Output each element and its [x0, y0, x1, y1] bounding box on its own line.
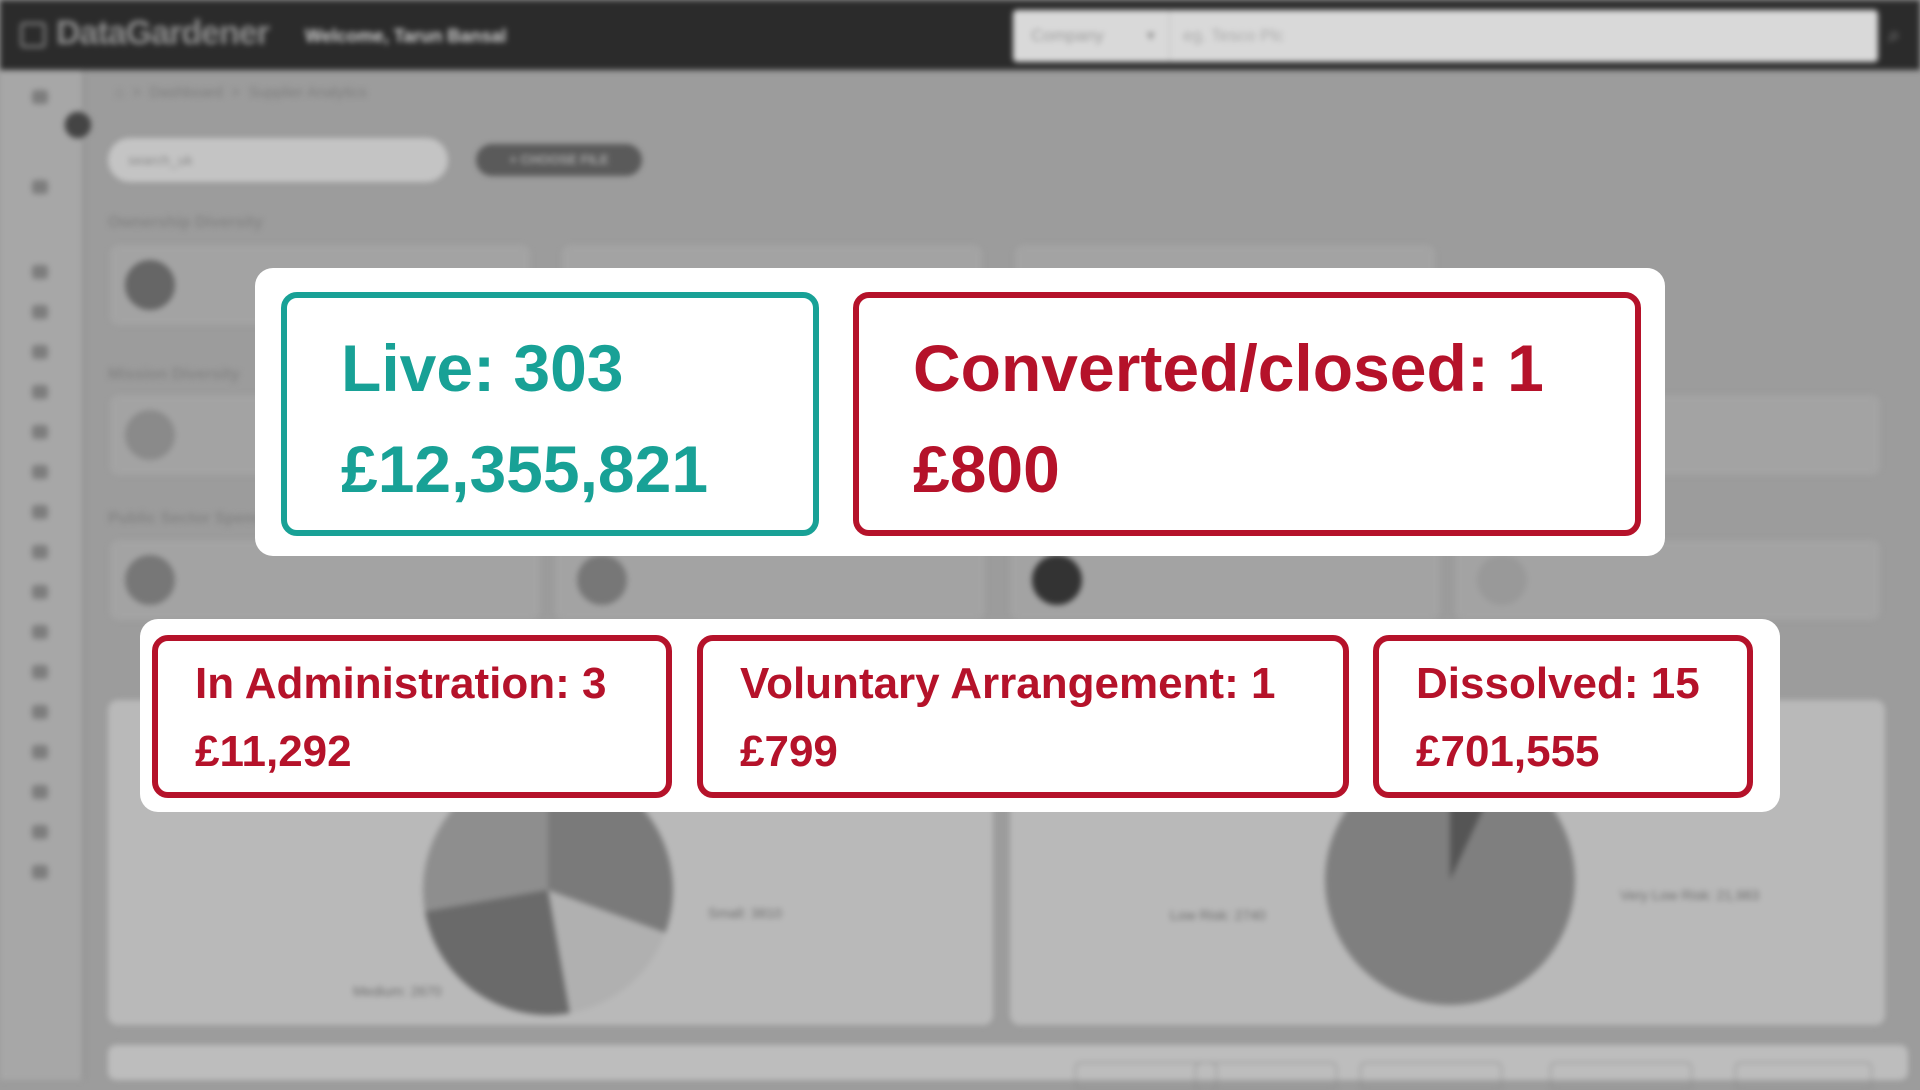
megaphone-icon[interactable] — [32, 465, 48, 479]
welcome-text: Welcome, Tarun Bansal — [305, 26, 507, 46]
file-select[interactable]: search_uk — [108, 138, 448, 182]
avatar — [1477, 555, 1527, 605]
grid-icon[interactable] — [32, 505, 48, 519]
filter-chip[interactable] — [1360, 1062, 1502, 1090]
pie-label-medium: Medium: 2670 — [353, 983, 442, 999]
chevron-icon[interactable] — [32, 265, 48, 279]
person-icon[interactable] — [32, 305, 48, 319]
people-icon[interactable] — [32, 825, 48, 839]
search-type-value: Company — [1031, 26, 1104, 45]
administration-status-card[interactable]: In Administration: 3 £11,292 — [152, 635, 672, 798]
dissolved-value: £701,555 — [1416, 727, 1600, 776]
pie-label-small: Small: 3810 — [708, 905, 782, 921]
sidebar-collapse-icon[interactable] — [63, 110, 93, 140]
status-overlay-top: Live: 303 £12,355,821 Converted/closed: … — [255, 268, 1665, 556]
breadcrumb-item[interactable]: Dashboard — [150, 84, 223, 101]
voluntary-arrangement-count: Voluntary Arrangement: 1 — [740, 659, 1276, 708]
chevron-down-icon: ▾ — [1146, 26, 1155, 45]
user-icon[interactable] — [32, 90, 48, 104]
download-icon[interactable] — [32, 785, 48, 799]
dissolved-count: Dissolved: 15 — [1416, 659, 1700, 708]
mail-icon[interactable] — [32, 705, 48, 719]
administration-count: In Administration: 3 — [195, 659, 607, 708]
app-logo[interactable]: DataGardener — [56, 14, 270, 53]
pie-label-very-low-risk: Very Low Risk: 21,983 — [1620, 887, 1760, 903]
card-icon[interactable] — [32, 585, 48, 599]
section-title-ownership: Ownership Diversity — [108, 214, 263, 231]
status-overlay-bottom: In Administration: 3 £11,292 Voluntary A… — [140, 619, 1780, 812]
link-icon[interactable] — [32, 625, 48, 639]
list-icon[interactable] — [32, 385, 48, 399]
avatar — [125, 410, 175, 460]
breadcrumb-item: Supplier Analytics — [248, 84, 367, 101]
breadcrumb: ⌂ > Dashboard > Supplier Analytics — [115, 84, 367, 101]
avatar — [125, 555, 175, 605]
voluntary-arrangement-value: £799 — [740, 727, 838, 776]
top-navbar: DataGardener Welcome, Tarun Bansal Compa… — [0, 0, 1920, 70]
home-icon[interactable] — [32, 180, 48, 194]
search-type-select[interactable]: Company ▾ — [1013, 10, 1170, 62]
avatar — [125, 260, 175, 310]
administration-value: £11,292 — [195, 727, 352, 776]
pie-label-low-risk: Low Risk: 2740 — [1170, 907, 1266, 923]
video-icon[interactable] — [32, 545, 48, 559]
voluntary-arrangement-status-card[interactable]: Voluntary Arrangement: 1 £799 — [697, 635, 1349, 798]
avatar — [577, 555, 627, 605]
building-icon[interactable] — [32, 345, 48, 359]
warning-icon[interactable] — [32, 425, 48, 439]
filter-chip[interactable] — [1550, 1062, 1692, 1090]
avatar — [1032, 555, 1082, 605]
search-icon[interactable]: ⌕ — [1888, 22, 1900, 48]
section-title-public-sector: Public Sector Spend — [108, 510, 264, 527]
menu-icon[interactable] — [20, 22, 46, 48]
dissolved-status-card[interactable]: Dissolved: 15 £701,555 — [1373, 635, 1753, 798]
choose-file-button[interactable]: + CHOOSE FILE — [476, 144, 642, 176]
filter-chip[interactable] — [1195, 1062, 1337, 1090]
section-title-mission: Mission Diversity — [108, 366, 240, 383]
search-input[interactable]: eg. Tesco Plc — [1183, 10, 1284, 62]
sidebar — [0, 70, 84, 1080]
home-icon[interactable]: ⌂ — [115, 84, 124, 101]
settings-icon[interactable] — [32, 865, 48, 879]
table-icon[interactable] — [32, 665, 48, 679]
converted-count: Converted/closed: 1 — [913, 331, 1544, 405]
live-status-card[interactable]: Live: 303 £12,355,821 — [281, 292, 819, 536]
live-count: Live: 303 — [341, 331, 624, 405]
converted-status-card[interactable]: Converted/closed: 1 £800 — [853, 292, 1641, 536]
live-value: £12,355,821 — [341, 432, 709, 506]
search-bar: Company ▾ eg. Tesco Plc — [1013, 10, 1878, 62]
document-icon[interactable] — [32, 745, 48, 759]
filter-chip[interactable] — [1735, 1062, 1872, 1090]
converted-value: £800 — [913, 432, 1060, 506]
